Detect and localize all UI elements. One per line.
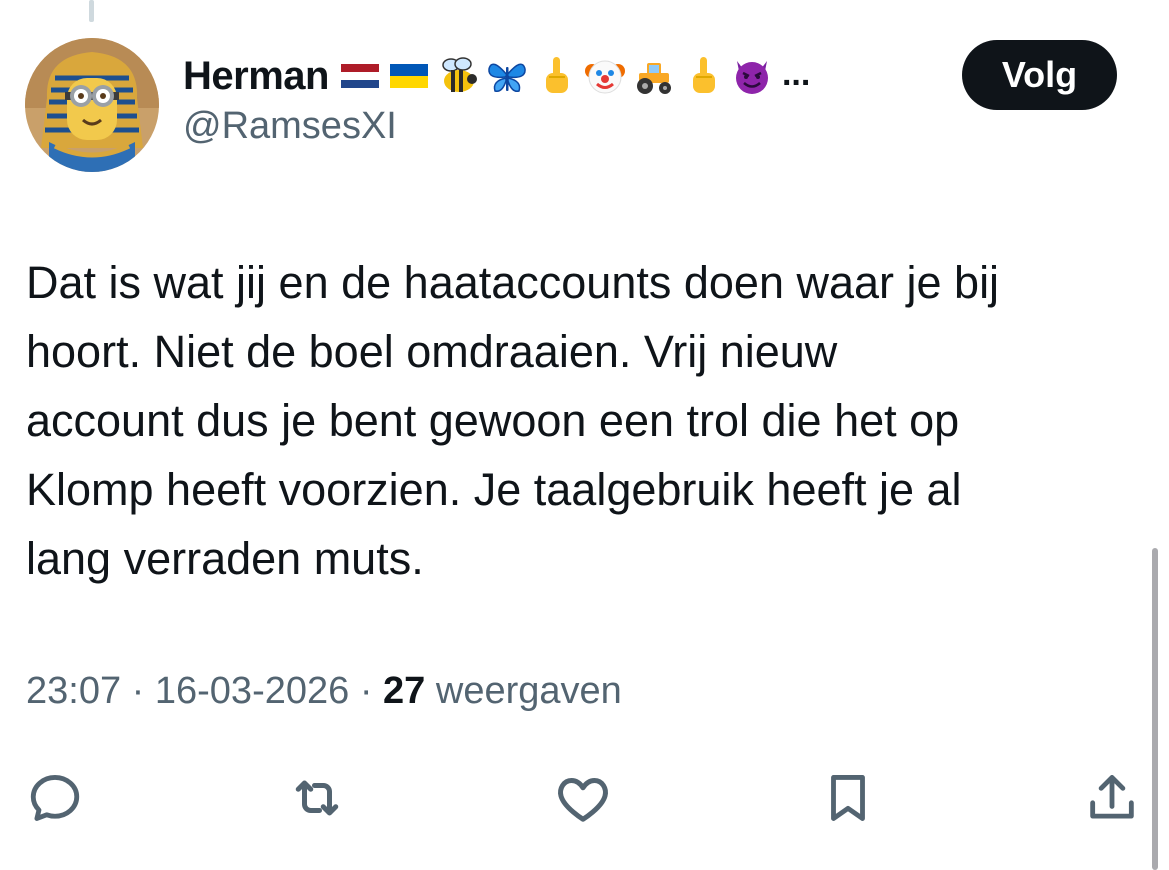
- share-icon: [1090, 775, 1134, 819]
- middle-finger-icon: [545, 57, 568, 93]
- tweet-action-bar: [0, 768, 1169, 828]
- tweet-text-line: Klomp heeft voorzien. Je taalgebruik hee…: [26, 464, 962, 515]
- scrollbar[interactable]: [1152, 548, 1158, 870]
- clown-face-icon: [584, 60, 625, 94]
- name-overflow-ellipsis: ...: [781, 54, 811, 93]
- bookmark-icon: [831, 775, 865, 821]
- views-count: 27: [383, 670, 426, 712]
- smiling-devil-icon: [735, 61, 768, 94]
- netherlands-flag-icon: [340, 64, 379, 88]
- reply-button[interactable]: [25, 768, 85, 828]
- author-handle[interactable]: @RamsesXI: [183, 105, 397, 148]
- tweet-text-line: lang verraden muts.: [26, 533, 424, 584]
- views-label: weergaven: [435, 670, 622, 712]
- tweet-text-line: account dus je bent gewoon een trol die …: [26, 395, 960, 446]
- avatar-minion-pharaoh-image: [25, 38, 159, 172]
- retweet-icon: [295, 780, 339, 816]
- bee-icon: [442, 57, 477, 92]
- tweet-date[interactable]: 16-03-2026: [155, 670, 349, 712]
- butterfly-icon: [488, 63, 526, 93]
- thread-connector-line: [89, 0, 94, 22]
- middle-finger-icon: [692, 57, 715, 93]
- author-name-row[interactable]: Herman ...: [183, 44, 810, 108]
- reply-icon: [30, 775, 80, 821]
- tweet-meta: 23:07 · 16-03-2026 · 27 weergaven: [26, 670, 622, 713]
- like-icon: [558, 778, 608, 822]
- avatar[interactable]: [25, 38, 159, 172]
- bookmark-button[interactable]: [818, 768, 878, 828]
- meta-separator: ·: [359, 670, 373, 712]
- author-display-name[interactable]: Herman: [183, 54, 329, 99]
- share-button[interactable]: [1082, 768, 1142, 828]
- ukraine-flag-icon: [389, 64, 428, 88]
- like-button[interactable]: [553, 768, 613, 828]
- tweet-time[interactable]: 23:07: [26, 670, 121, 712]
- retweet-button[interactable]: [287, 768, 347, 828]
- tractor-icon: [636, 63, 671, 94]
- tweet-text: Dat is wat jij en de haataccounts doen w…: [26, 248, 1146, 593]
- meta-separator: ·: [131, 670, 145, 712]
- tweet-text-line: hoort. Niet de boel omdraaien. Vrij nieu…: [26, 326, 838, 377]
- tweet-text-line: Dat is wat jij en de haataccounts doen w…: [26, 257, 1000, 308]
- follow-button[interactable]: Volg: [962, 40, 1117, 110]
